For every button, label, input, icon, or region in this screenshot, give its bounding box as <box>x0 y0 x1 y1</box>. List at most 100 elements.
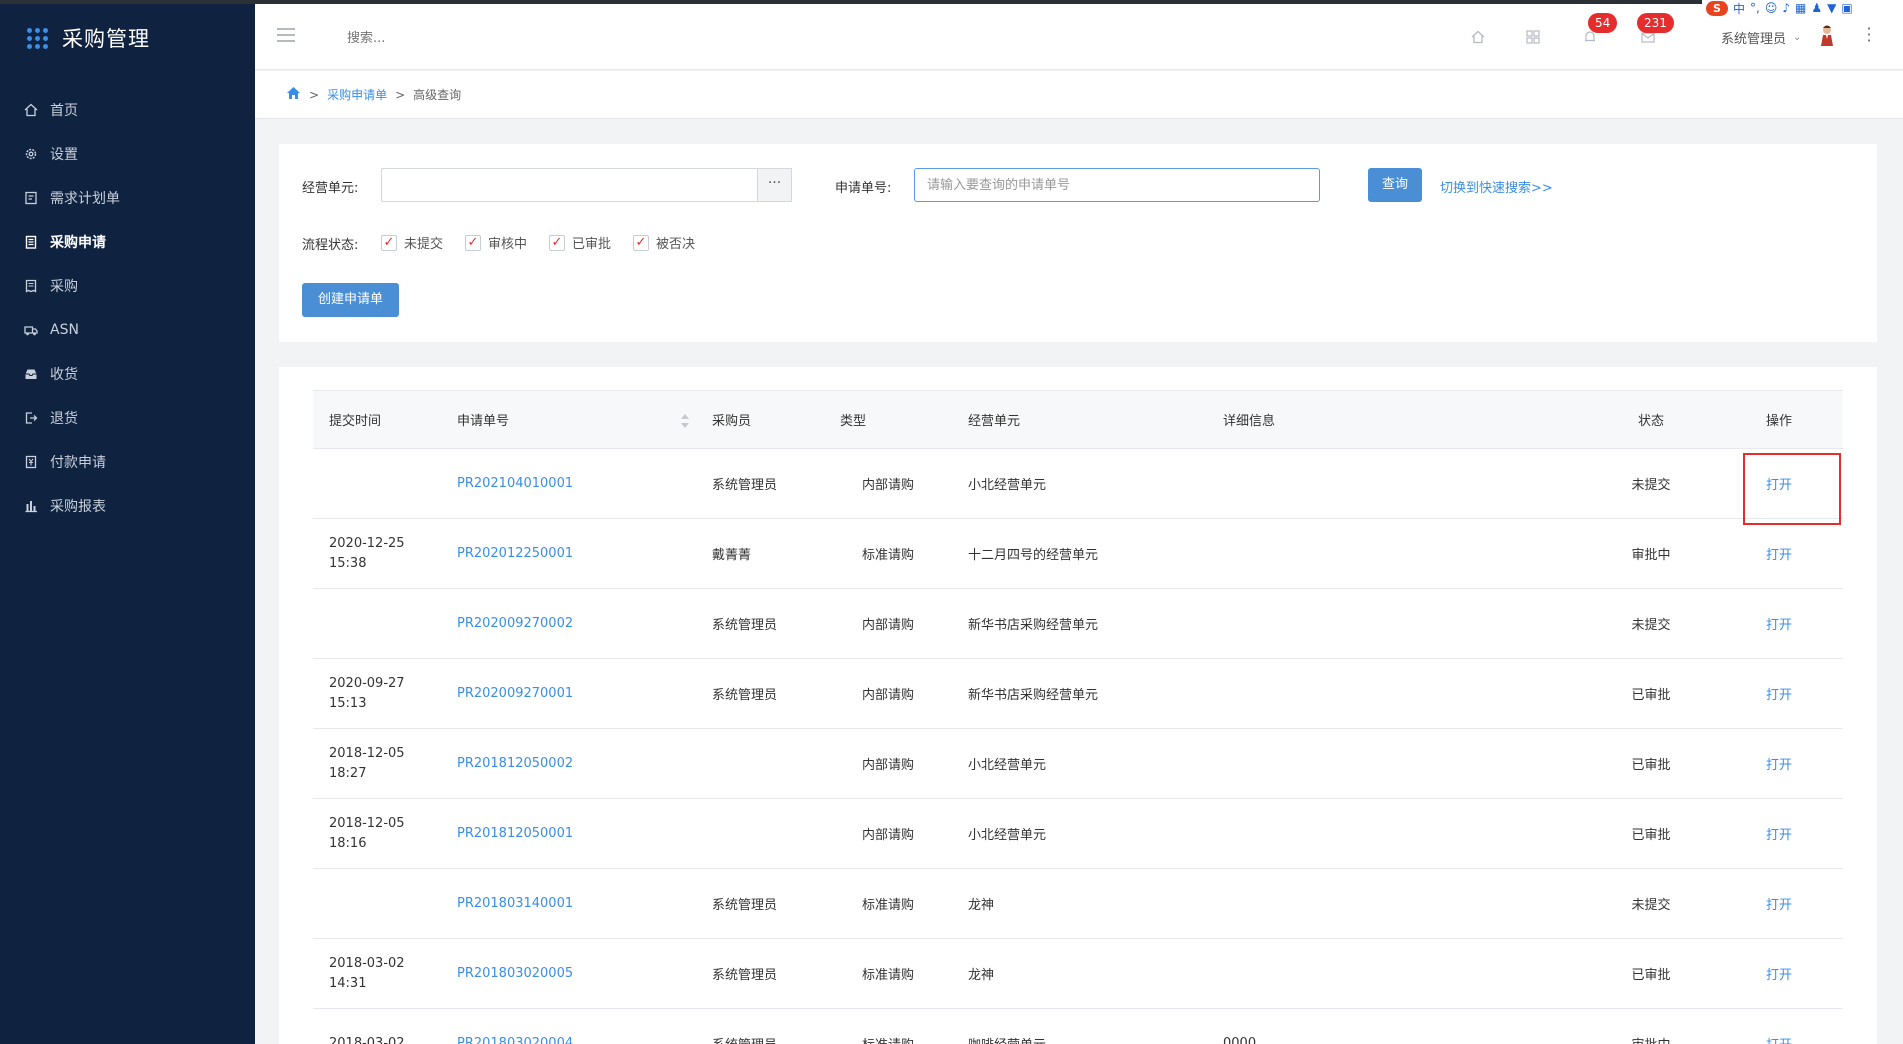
checkbox-check-icon[interactable]: ✓ <box>465 234 481 251</box>
request-no-link[interactable]: PR201803020004 <box>441 1009 696 1044</box>
checkbox-check-icon[interactable]: ✓ <box>381 234 397 251</box>
open-link[interactable]: 打开 <box>1715 589 1843 659</box>
menu-toggle-icon[interactable] <box>277 28 295 42</box>
breadcrumb-purchase-request[interactable]: 采购申请单 <box>327 86 387 103</box>
sidebar-item-settings[interactable]: 设置 <box>0 132 255 176</box>
avatar[interactable] <box>1818 24 1836 48</box>
unit-field[interactable] <box>381 168 758 202</box>
home-icon <box>24 103 38 117</box>
open-link[interactable]: 打开 <box>1715 869 1843 939</box>
switch-quick-search-link[interactable]: 切换到快速搜索>> <box>1440 177 1553 196</box>
sidebar-item-demand-plan[interactable]: 需求计划单 <box>0 176 255 220</box>
return-icon <box>24 411 38 425</box>
sidebar-item-receiving[interactable]: 收货 <box>0 352 255 396</box>
breadcrumb-separator: > <box>309 87 320 102</box>
ime-shirt-icon[interactable]: ▼ <box>1827 1 1836 15</box>
ime-logo-icon[interactable]: S <box>1706 0 1728 16</box>
submit-clock: 18:16 <box>329 835 367 851</box>
sidebar-item-return[interactable]: 退货 <box>0 396 255 440</box>
home-icon[interactable] <box>1469 28 1487 46</box>
brand[interactable]: 采购管理 <box>0 4 255 72</box>
home-icon[interactable] <box>286 86 301 103</box>
sidebar-item-purchase-report[interactable]: 采购报表 <box>0 484 255 528</box>
status-cell: 已审批 <box>1631 688 1671 703</box>
unit-cell: 十二月四号的经营单元 <box>968 548 1099 563</box>
sidebar-item-purchase-request[interactable]: 采购申请 <box>0 220 255 264</box>
request-no-link[interactable]: PR202009270002 <box>441 589 696 659</box>
sidebar-item-purchase[interactable]: 采购 <box>0 264 255 308</box>
create-request-button[interactable]: 创建申请单 <box>302 283 399 317</box>
ime-mic-icon[interactable]: ♪ <box>1782 1 1790 15</box>
ime-keyboard-icon[interactable]: ▦ <box>1795 1 1806 15</box>
global-search-input[interactable] <box>347 26 547 50</box>
message-badge: 231 <box>1637 13 1674 33</box>
breadcrumb-separator: > <box>395 87 406 102</box>
checkbox-check-icon[interactable]: ✓ <box>633 234 649 251</box>
request-no-link[interactable]: PR202009270001 <box>441 659 696 729</box>
request-no-link[interactable]: PR201803140001 <box>441 869 696 939</box>
status-checkbox-rejected[interactable]: ✓ 被否决 <box>633 233 695 252</box>
app-grid-icon[interactable] <box>27 27 48 49</box>
open-link[interactable]: 打开 <box>1715 519 1843 589</box>
status-checkbox-approved[interactable]: ✓ 已审批 <box>549 233 611 252</box>
gear-icon <box>24 147 38 161</box>
status-checkbox-reviewing[interactable]: ✓ 审核中 <box>465 233 527 252</box>
status-cell: 审批中 <box>1631 548 1671 563</box>
open-link[interactable]: 打开 <box>1715 1009 1843 1044</box>
ime-skin-icon[interactable]: ♟ <box>1811 1 1822 15</box>
open-link[interactable]: 打开 <box>1715 659 1843 729</box>
table-row: 2020-09-27 15:13 PR202009270001 系统管理员 内部请… <box>313 659 1843 729</box>
table-row: 2018-12-05 18:27 PR201812050002 内部请购 小北经营… <box>313 729 1843 799</box>
request-no-link[interactable]: PR202012250001 <box>441 519 696 589</box>
status-label: 流程状态: <box>302 238 359 253</box>
open-link[interactable]: 打开 <box>1715 799 1843 869</box>
detail-cell <box>1207 659 1587 729</box>
detail-cell: 0000 <box>1223 1036 1257 1044</box>
sort-icon[interactable] <box>680 413 690 429</box>
open-link[interactable]: 打开 <box>1715 939 1843 1009</box>
status-option-label: 被否决 <box>656 237 696 252</box>
sidebar-item-payment-request[interactable]: 付款申请 <box>0 440 255 484</box>
filter-panel: 经营单元: ··· 申请单号: 查询 切换到快速搜索>> 流程状态: ✓ 未提交… <box>279 144 1877 342</box>
type-cell: 内部请购 <box>861 618 914 633</box>
ime-emoji-icon[interactable]: ☺ <box>1765 1 1778 15</box>
open-link[interactable]: 打开 <box>1715 729 1843 799</box>
apps-grid-icon[interactable] <box>1524 28 1542 46</box>
request-no-input[interactable] <box>914 168 1320 202</box>
document-icon <box>24 191 38 205</box>
ime-punctuation-icon[interactable]: °, <box>1750 1 1760 15</box>
submit-time-cell: 2018-12-05 18:27 <box>313 729 441 799</box>
payment-icon <box>24 455 38 469</box>
status-option-label: 已审批 <box>572 237 612 252</box>
request-table: 提交时间 申请单号 采购员 类型 经营单元 详细信息 状态 操作 PR20210… <box>313 390 1843 1044</box>
results-panel: 提交时间 申请单号 采购员 类型 经营单元 详细信息 状态 操作 PR20210… <box>279 367 1877 1044</box>
user-menu[interactable]: 系统管理员 ⌄ <box>1721 28 1801 47</box>
request-no-link[interactable]: PR201812050002 <box>441 729 696 799</box>
app-title: 采购管理 <box>62 27 150 51</box>
table-header-row: 提交时间 申请单号 采购员 类型 经营单元 详细信息 状态 操作 <box>313 390 1843 449</box>
sidebar-item-label: 付款申请 <box>50 455 106 471</box>
clipboard-icon <box>24 235 38 249</box>
status-option-label: 审核中 <box>488 237 528 252</box>
column-header-sortable[interactable]: 申请单号 <box>441 390 696 449</box>
sidebar: 采购管理 首页 设置 需求计划单 采购申请 采购 ASN 收货 退货 付款申请 … <box>0 4 255 1044</box>
buyer-cell: 系统管理员 <box>712 688 778 703</box>
sidebar-item-asn[interactable]: ASN <box>0 308 255 352</box>
submit-date: 2018-03-02 <box>329 1035 405 1044</box>
more-vertical-icon[interactable]: · · · <box>1866 21 1872 49</box>
sidebar-item-label: 采购申请 <box>50 235 106 251</box>
unit-picker-button[interactable]: ··· <box>758 168 792 202</box>
query-button[interactable]: 查询 <box>1368 168 1422 202</box>
buyer-cell: 戴菁菁 <box>712 548 752 563</box>
submit-date: 2018-03-02 <box>329 955 405 971</box>
table-row: PR202104010001 系统管理员 内部请购 小北经营单元 未提交 打开 <box>313 449 1843 519</box>
ime-apps-icon[interactable]: ▣ <box>1841 1 1852 15</box>
status-checkbox-unsubmitted[interactable]: ✓ 未提交 <box>381 233 443 252</box>
request-no-link[interactable]: PR201803020005 <box>441 939 696 1009</box>
open-link[interactable]: 打开 <box>1715 449 1843 519</box>
sidebar-item-home[interactable]: 首页 <box>0 88 255 132</box>
checkbox-check-icon[interactable]: ✓ <box>549 234 565 251</box>
request-no-link[interactable]: PR201812050001 <box>441 799 696 869</box>
ime-language[interactable]: 中 <box>1733 0 1745 17</box>
request-no-link[interactable]: PR202104010001 <box>441 449 696 519</box>
